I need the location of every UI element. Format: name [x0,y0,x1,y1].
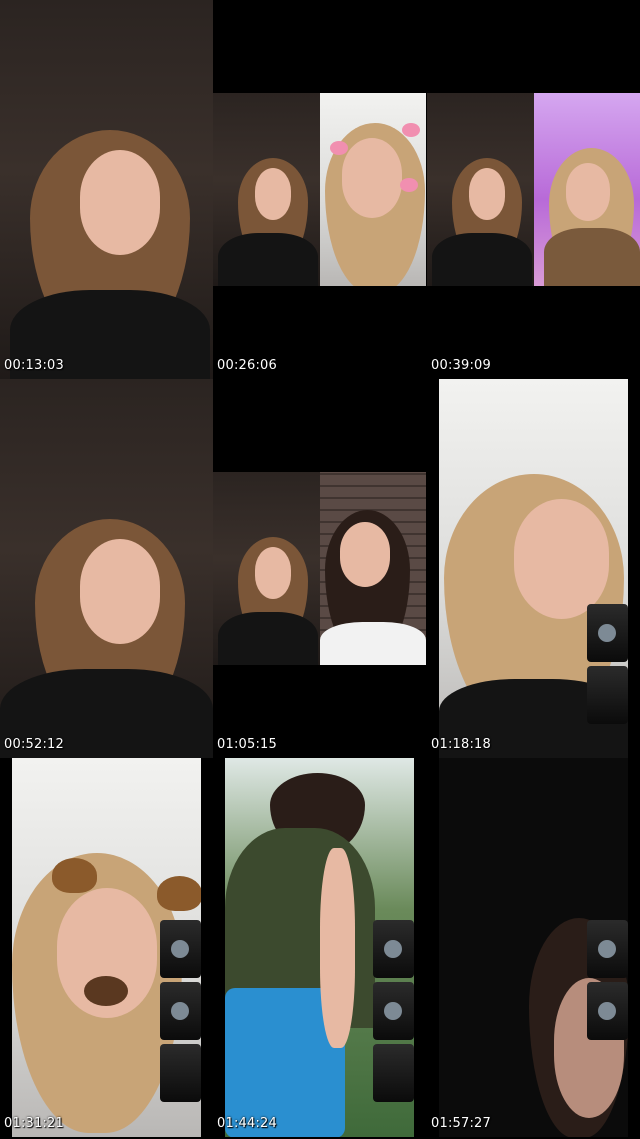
video-frame-right [534,93,640,286]
face [80,150,160,255]
video-frame [0,379,213,758]
face [342,138,402,218]
face [514,499,609,619]
participant-thumb[interactable] [373,920,414,978]
face [80,539,160,644]
frame-cell-8[interactable]: 01:44:24 [213,758,426,1137]
video-frame [439,758,628,1137]
face [469,168,505,220]
participant-thumb[interactable] [160,920,201,978]
video-frame [225,758,414,1137]
hand [320,848,355,1048]
frame-cell-5[interactable]: 01:05:15 [213,379,426,758]
participant-thumb[interactable] [587,604,628,662]
video-frame-left [213,93,320,286]
face [255,168,291,220]
video-frame-left [427,93,534,286]
face [340,522,390,587]
video-frame-right [320,472,426,665]
timestamp: 01:31:21 [4,1116,64,1131]
dog-ear-filter-icon [52,858,97,893]
video-frame-right [320,93,426,286]
dog-nose-filter-icon [84,976,128,1006]
face [255,547,291,599]
avatar-icon [598,624,616,642]
frame-cell-6[interactable]: 01:18:18 [427,379,640,758]
avatar-icon [384,940,402,958]
timestamp: 00:39:09 [431,358,491,373]
video-frame-left [213,472,320,665]
heart-sticker-icon [400,178,418,192]
participant-thumb[interactable] [160,982,201,1040]
participant-thumbnails [587,604,628,728]
face [566,163,610,221]
timestamp: 01:44:24 [217,1116,277,1131]
heart-sticker-icon [402,123,420,137]
participant-thumb[interactable] [160,1044,201,1102]
frame-cell-4[interactable]: 00:52:12 [0,379,213,758]
shirt [320,622,426,665]
timestamp: 01:57:27 [431,1116,491,1131]
participant-thumb[interactable] [587,920,628,978]
frame-cell-7[interactable]: 01:31:21 [0,758,213,1137]
timestamp: 01:18:18 [431,737,491,752]
timestamp: 00:13:03 [4,358,64,373]
avatar-icon [598,1002,616,1020]
thumbnail-grid: 00:13:03 00:26:06 00:39:09 00:52:12 01:0… [0,0,640,1139]
heart-sticker-icon [330,141,348,155]
participant-thumbnails [587,920,628,1044]
shirt [218,612,318,665]
avatar-icon [171,1002,189,1020]
shirt [432,233,532,286]
participant-thumb[interactable] [373,982,414,1040]
participant-thumbnails [160,920,201,1106]
participant-thumb[interactable] [587,666,628,724]
shirt [218,233,318,286]
dog-ear-filter-icon [157,876,201,911]
frame-cell-1[interactable]: 00:13:03 [0,0,213,379]
frame-cell-9[interactable]: 01:57:27 [427,758,640,1137]
timestamp: 00:26:06 [217,358,277,373]
video-frame [439,379,628,758]
video-frame [0,0,213,379]
timestamp: 01:05:15 [217,737,277,752]
avatar-icon [598,940,616,958]
video-frame [12,758,201,1137]
participant-thumb[interactable] [373,1044,414,1102]
frame-cell-2[interactable]: 00:26:06 [213,0,426,379]
participant-thumbnails [373,920,414,1106]
timestamp: 00:52:12 [4,737,64,752]
avatar-icon [384,1002,402,1020]
participant-thumb[interactable] [587,982,628,1040]
shirt [544,228,640,286]
avatar-icon [171,940,189,958]
frame-cell-3[interactable]: 00:39:09 [427,0,640,379]
